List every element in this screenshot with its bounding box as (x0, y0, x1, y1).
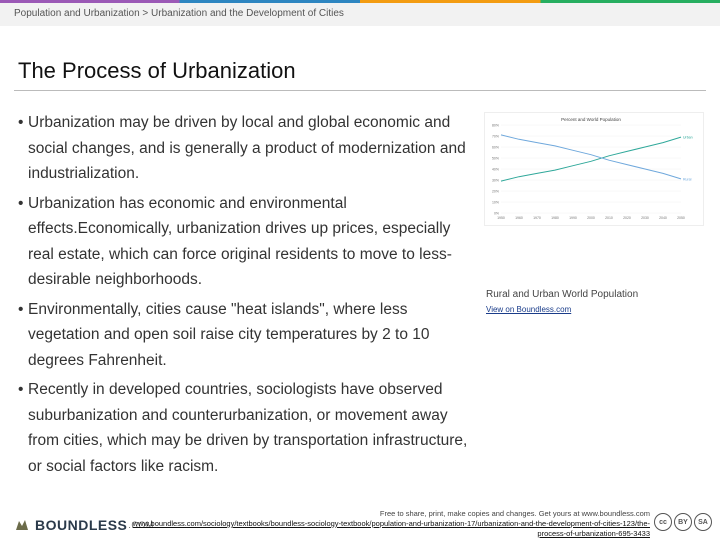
population-chart: Percent and World Population 80% 70% 60% 50%… (484, 112, 704, 226)
y-tick-label: 30% (492, 179, 499, 183)
bullet-text: Urbanization may be driven by local and … (28, 114, 466, 182)
title-divider (14, 90, 706, 91)
cc-icon: cc (654, 513, 672, 531)
legend-label-urban: Urban (683, 136, 693, 140)
y-tick-label: 80% (492, 124, 499, 128)
logo-text: BOUNDLESS (35, 517, 128, 533)
y-tick-label: 60% (492, 146, 499, 150)
source-url-link[interactable]: www.boundless.com/sociology/textbooks/bo… (130, 519, 650, 539)
x-tick-label: 1970 (533, 216, 541, 220)
y-tick-label: 20% (492, 190, 499, 194)
bullet-glyph: • (18, 381, 24, 398)
sa-icon: SA (694, 513, 712, 531)
bullet-glyph: • (18, 114, 24, 131)
creative-commons-badges: cc BY SA (654, 513, 712, 531)
x-tick-label: 2040 (659, 216, 667, 220)
bullet-glyph: • (18, 300, 24, 318)
footer: BOUNDLESS .COM Free to share, print, make… (0, 503, 720, 540)
x-tick-label: 2000 (587, 216, 595, 220)
x-tick-label: 2050 (677, 216, 685, 220)
by-icon: BY (674, 513, 692, 531)
bullet-item: • Recently in developed countries, sociol… (18, 377, 468, 479)
footer-notice: Free to share, print, make copies and ch… (130, 509, 650, 539)
x-tick-label: 2030 (641, 216, 649, 220)
x-tick-label: 2010 (605, 216, 613, 220)
x-tick-label: 1980 (551, 216, 559, 220)
x-tick-label: 2020 (623, 216, 631, 220)
bullet-text: Environmentally, cities cause "heat isla… (28, 300, 430, 369)
x-tick-label: 1950 (497, 216, 505, 220)
series-line-urban (500, 136, 682, 182)
bullet-item: • Environmentally, cities cause "heat isl… (18, 297, 468, 374)
share-notice: Free to share, print, make copies and ch… (379, 509, 650, 518)
top-bar: Population and Urbanization > Urbanizati… (0, 0, 720, 26)
bullet-list: • Urbanization may be driven by local and… (18, 110, 468, 483)
bullet-text: Urbanization has economic and environmen… (28, 194, 452, 289)
bullet-item: • Urbanization may be driven by local and… (18, 110, 468, 187)
y-tick-label: 50% (492, 157, 499, 161)
boundless-logo-icon (16, 520, 28, 530)
series-line-rural (500, 134, 682, 180)
x-tick-label: 1990 (569, 216, 577, 220)
y-tick-label: 70% (492, 135, 499, 139)
legend-label-rural: Rural (683, 177, 692, 181)
y-tick-label: 10% (492, 201, 499, 205)
breadcrumb: Population and Urbanization > Urbanizati… (14, 8, 344, 19)
y-tick-label: 0% (494, 212, 499, 216)
chart-svg: Percent and World Population 80% 70% 60% 50%… (492, 117, 693, 220)
view-on-boundless-link[interactable]: View on Boundless.com (486, 305, 571, 314)
bullet-glyph: • (18, 194, 24, 212)
bullet-text: Recently in developed countries, sociolo… (28, 381, 468, 475)
x-tick-label: 1960 (515, 216, 523, 220)
y-tick-label: 40% (492, 168, 499, 172)
chart-title: Percent and World Population (561, 117, 621, 122)
figure-caption: Rural and Urban World Population (486, 289, 639, 300)
bullet-item: • Urbanization has economic and environme… (18, 191, 468, 293)
page-title: The Process of Urbanization (18, 58, 296, 83)
